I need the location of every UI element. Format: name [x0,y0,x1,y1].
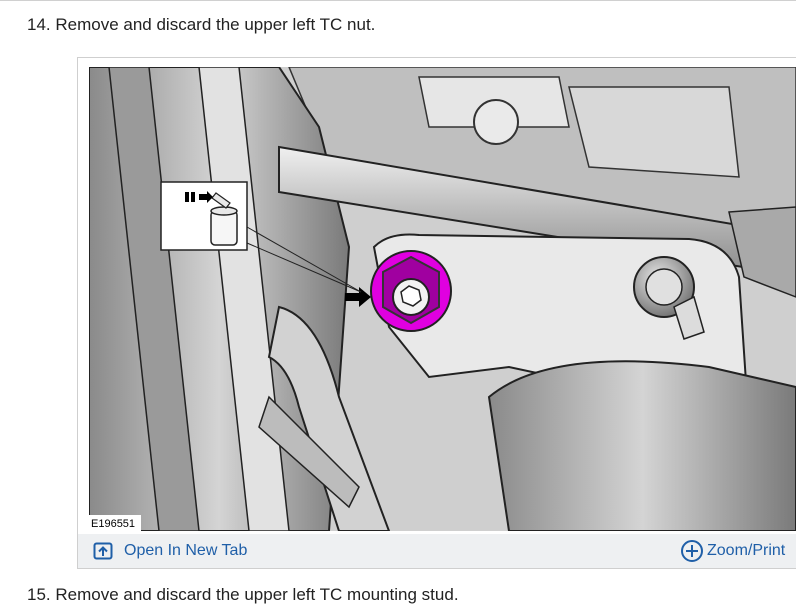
open-in-new-tab-link[interactable]: Open In New Tab [93,540,247,562]
discard-callout [160,181,248,251]
zoom-plus-icon [681,540,703,562]
top-divider [0,0,796,1]
zoom-print-link[interactable]: Zoom/Print [680,539,785,563]
step-14-text: 14. Remove and discard the upper left TC… [27,15,376,34]
open-in-new-tab-label: Open In New Tab [124,542,248,559]
zoom-print-label: Zoom/Print [707,542,786,559]
step-15-text: 15. Remove and discard the upper left TC… [27,585,459,604]
open-in-new-tab-icon [93,542,113,560]
figure-code: E196551 [91,518,135,530]
engine-illustration: E196551 [89,67,796,531]
